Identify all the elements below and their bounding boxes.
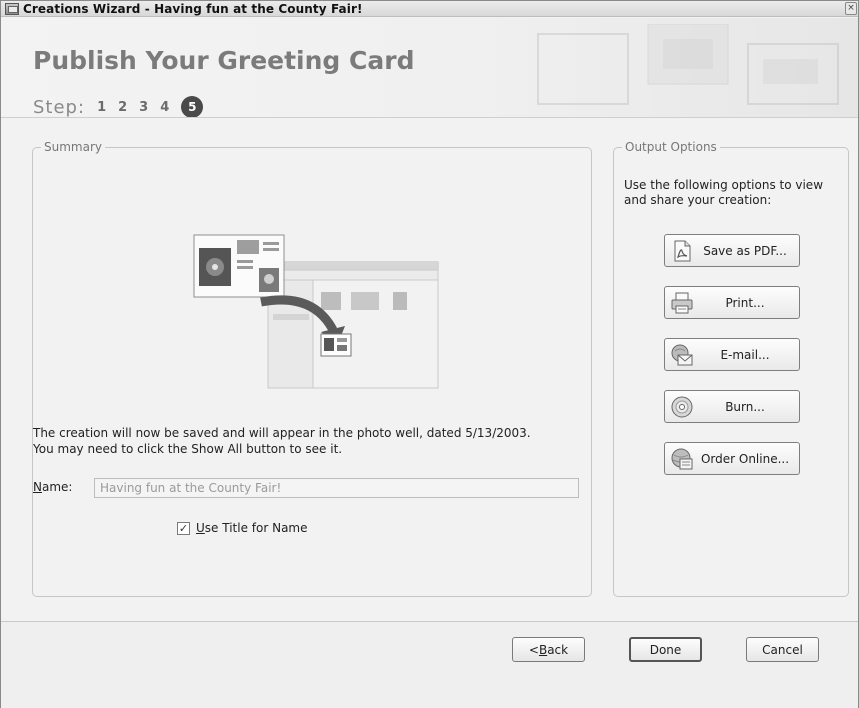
close-icon: × [847, 3, 855, 13]
summary-text-line-2: You may need to click the Show All butto… [33, 442, 343, 456]
summary-text-line-1: The creation will now be saved and will … [33, 426, 531, 440]
step-label: Step: [33, 96, 86, 118]
use-title-checkbox[interactable]: ✓ [177, 521, 190, 535]
wizard-header: Publish Your Greeting Card Step: 1 2 3 4… [1, 18, 858, 118]
back-label-rest: ack [547, 642, 569, 657]
step-4: 4 [160, 99, 170, 115]
back-label-prefix: < [528, 642, 539, 657]
output-group-label: Output Options [622, 140, 720, 154]
name-label: Name: [33, 480, 72, 494]
globe-icon [671, 448, 693, 469]
window-title: Creations Wizard - Having fun at the Cou… [23, 1, 363, 16]
back-button[interactable]: < Back [512, 637, 585, 662]
order-online-label: Order Online... [700, 451, 790, 466]
email-button[interactable]: E-mail... [664, 338, 800, 371]
name-label-text: ame: [41, 480, 73, 494]
email-label: E-mail... [720, 347, 770, 362]
print-label: Print... [725, 295, 765, 310]
summary-group: Summary The creation will now be saved a… [32, 140, 592, 597]
printer-icon [671, 292, 693, 313]
title-bar: Creations Wizard - Having fun at the Cou… [1, 1, 858, 17]
page-title: Publish Your Greeting Card [33, 46, 415, 75]
publish-illustration-icon [193, 234, 439, 389]
step-3: 3 [139, 99, 149, 115]
order-online-button[interactable]: Order Online... [664, 442, 800, 475]
cancel-button[interactable]: Cancel [746, 637, 819, 662]
use-title-label[interactable]: Use Title for Name [196, 521, 308, 535]
use-title-accel: U [196, 521, 205, 535]
app-icon [5, 2, 19, 15]
burn-label: Burn... [725, 399, 765, 414]
cd-icon [671, 396, 693, 417]
name-label-accel: N [33, 480, 42, 494]
step-2: 2 [118, 99, 128, 115]
print-button[interactable]: Print... [664, 286, 800, 319]
use-title-checkbox-row[interactable]: ✓ Use Title for Name [177, 521, 308, 535]
burn-button[interactable]: Burn... [664, 390, 800, 423]
output-description: Use the following options to view and sh… [624, 178, 824, 207]
done-button[interactable]: Done [629, 637, 702, 662]
save-as-pdf-label: Save as PDF... [703, 243, 787, 258]
checkmark-icon: ✓ [178, 521, 189, 535]
name-field[interactable]: Having fun at the County Fair! [94, 478, 579, 498]
save-as-pdf-button[interactable]: Save as PDF... [664, 234, 800, 267]
step-1: 1 [97, 99, 107, 115]
wizard-footer: < Back Done Cancel [1, 622, 858, 708]
back-label-accel: B [538, 642, 548, 657]
header-decoration-icon [537, 24, 839, 105]
pdf-icon [674, 240, 691, 261]
output-options-group: Output Options Use the following options… [613, 140, 849, 597]
step-indicator: Step: 1 2 3 4 5 [33, 96, 215, 118]
step-5-active: 5 [181, 96, 204, 117]
close-button[interactable]: × [845, 2, 857, 15]
summary-group-label: Summary [41, 140, 105, 154]
email-icon [671, 344, 693, 365]
use-title-label-text: se Title for Name [204, 521, 308, 535]
wizard-window: Creations Wizard - Having fun at the Cou… [0, 0, 859, 708]
